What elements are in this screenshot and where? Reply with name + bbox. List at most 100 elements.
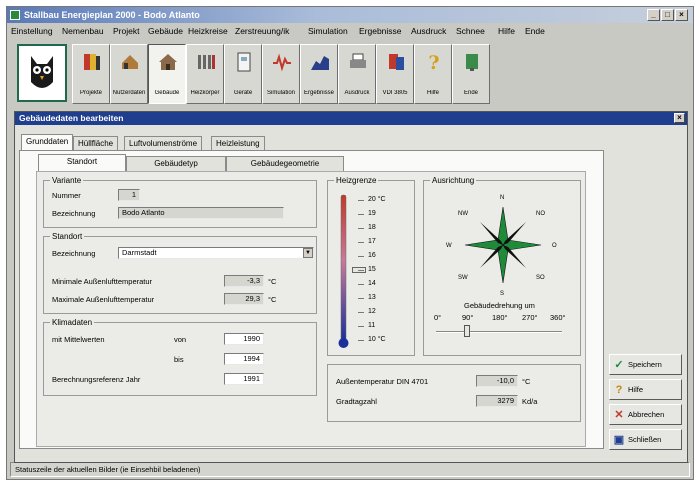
menu-zerstreuung[interactable]: Zerstreuung/ik xyxy=(235,25,289,38)
toolbar-gebaeude-button[interactable]: Gebäude xyxy=(148,44,186,104)
subtab-standort[interactable]: Standort xyxy=(38,154,126,172)
heizgrenze-tick-mark xyxy=(358,256,364,257)
group-title: Heizgrenze xyxy=(334,175,379,186)
heizgrenze-tick-label: 10 °C xyxy=(368,336,386,343)
toolbar-label: Projekte xyxy=(79,90,102,96)
toolbar-simulation-button[interactable]: Simulation xyxy=(262,44,300,104)
compass-sw-label: SW xyxy=(458,275,468,281)
subtab-gebaeudetyp[interactable]: Gebäudetyp xyxy=(126,156,226,172)
app-title-bar: Stallbau Energieplan 2000 - Bodo Atlanto… xyxy=(7,7,693,23)
toolbar-label: Ausdruck xyxy=(344,90,370,96)
menu-hilfe[interactable]: Hilfe xyxy=(498,25,515,38)
toolbar-ausdruck-button[interactable]: Ausdruck xyxy=(338,44,376,104)
close-dialog-button[interactable]: ▣ Schließen xyxy=(609,429,682,450)
chevron-down-icon[interactable]: ▼ xyxy=(303,248,313,258)
standort-panel: Variante Nummer 1 Bezeichnung Bodo Atlan… xyxy=(36,171,586,447)
degree-360-label: 360° xyxy=(550,313,566,322)
dialog-close-button[interactable]: × xyxy=(674,113,685,123)
menu-schnee[interactable]: Schnee xyxy=(456,25,485,38)
menu-ausdruck[interactable]: Ausdruck xyxy=(411,25,446,38)
max-temp-label: Maximale Außenlufttemperatur xyxy=(52,295,155,304)
nummer-label: Nummer xyxy=(52,191,81,200)
radiator-icon xyxy=(198,55,215,69)
help-button-label: Hilfe xyxy=(628,385,644,394)
menu-simulation[interactable]: Simulation xyxy=(308,25,348,38)
toolbar-hilfe-button[interactable]: ? Hilfe xyxy=(414,44,452,104)
aussentemp-field[interactable]: -10,0 xyxy=(476,375,518,387)
heizgrenze-tick-mark xyxy=(358,228,364,229)
toolbar-label: Nutzerdaten xyxy=(112,90,146,96)
toolbar-ergebnisse-button[interactable]: Ergebnisse xyxy=(300,44,338,104)
unit-label: °C xyxy=(268,295,277,304)
rotation-slider-handle[interactable] xyxy=(464,325,470,337)
question-mark-icon: ? xyxy=(615,384,623,396)
heizgrenze-tick-mark xyxy=(358,326,364,327)
menu-projekt[interactable]: Projekt xyxy=(113,25,139,38)
group-title: Standort xyxy=(50,231,85,242)
heizgrenze-tick-mark xyxy=(358,214,364,215)
max-temp-field[interactable]: 29,3 xyxy=(224,293,264,305)
heizgrenze-tick-label: 20 °C xyxy=(368,196,386,203)
von-label: von xyxy=(174,335,187,344)
save-button-label: Speichern xyxy=(628,360,662,369)
standort-select[interactable]: Darmstadt xyxy=(118,247,314,259)
maximize-button[interactable]: □ xyxy=(661,9,674,21)
toolbar-projekte-button[interactable]: Projekte xyxy=(72,44,110,104)
nummer-field[interactable]: 1 xyxy=(118,189,140,201)
project-icon xyxy=(84,54,100,70)
menu-einstellung[interactable]: Einstellung xyxy=(11,25,53,38)
compass-no-label: NO xyxy=(536,211,545,217)
degree-270-label: 270° xyxy=(522,313,538,322)
help-icon: ? xyxy=(428,52,439,73)
minimize-button[interactable]: _ xyxy=(647,9,660,21)
toolbar-heizkoerper-button[interactable]: Heizkörper xyxy=(186,44,224,104)
tab-panel: Standort Gebäudetyp Gebäudegeometrie Var… xyxy=(19,150,604,449)
vdi-icon xyxy=(389,54,404,70)
help-button[interactable]: ? Hilfe xyxy=(609,379,682,400)
design-values-group: Außentemperatur DIN 4701 -10,0 °C Gradta… xyxy=(327,364,581,422)
heizgrenze-tick-label: 17 xyxy=(368,238,376,245)
standort-group: Standort Bezeichnung Darmstadt ▼ Minimal… xyxy=(43,231,317,314)
referenzjahr-field[interactable]: 1991 xyxy=(224,373,264,385)
heizgrenze-tick-label: 16 xyxy=(368,252,376,259)
toolbar-geraete-button[interactable]: Geräte xyxy=(224,44,262,104)
close-button[interactable]: × xyxy=(675,9,688,21)
menu-heizkreise[interactable]: Heizkreise xyxy=(188,25,228,38)
toolbar-label: Ende xyxy=(463,90,478,96)
menu-gebaeude[interactable]: Gebäude xyxy=(148,25,183,38)
min-temp-field[interactable]: -3,3 xyxy=(224,275,264,287)
cancel-button-label: Abbrechen xyxy=(628,410,665,419)
toolbar-vdi-button[interactable]: VDI 3805 xyxy=(376,44,414,104)
toolbar: Projekte Nutzerdaten Gebäude Heizkörper … xyxy=(10,41,690,111)
house-icon xyxy=(159,54,177,70)
rotation-slider-track[interactable] xyxy=(436,331,562,333)
door-icon: ▣ xyxy=(613,434,625,446)
heizgrenze-tick-mark xyxy=(358,298,364,299)
toolbar-nutzerdaten-button[interactable]: Nutzerdaten xyxy=(110,44,148,104)
group-title: Klimadaten xyxy=(50,317,95,328)
cancel-button[interactable]: ✕ Abbrechen xyxy=(609,404,682,425)
bis-year-field[interactable]: 1994 xyxy=(224,353,264,365)
dialog-title: Gebäudedaten bearbeiten xyxy=(15,112,687,125)
heizgrenze-tick-label: 15 xyxy=(368,266,376,273)
ausrichtung-group: Ausrichtung N NO O SO S SW W NW Gebäuded… xyxy=(423,175,581,356)
status-bar: Statuszeile der aktuellen Bilder (ie Ein… xyxy=(10,462,690,477)
toolbar-label: Ergebnisse xyxy=(303,90,335,96)
save-button[interactable]: ✓ Speichern xyxy=(609,354,682,375)
toolbar-ende-button[interactable]: Ende xyxy=(452,44,490,104)
heizgrenze-tick-label: 11 xyxy=(368,322,376,329)
subtab-gebaeudegeometrie[interactable]: Gebäudegeometrie xyxy=(226,156,344,172)
heizgrenze-group: Heizgrenze 20 °C 19 18 17 16 15 14 13 12 11 10 °C xyxy=(327,175,415,356)
variante-name-field[interactable]: Bodo Atlanto xyxy=(118,207,284,219)
heizgrenze-tick-label: 19 xyxy=(368,210,376,217)
heizgrenze-tick-label: 13 xyxy=(368,294,376,301)
unit-label: °C xyxy=(268,277,277,286)
heizgrenze-tick-mark xyxy=(358,242,364,243)
toolbar-label: VDI 3805 xyxy=(382,90,408,96)
compass-o-label: O xyxy=(552,243,557,249)
gradtag-field[interactable]: 3279 xyxy=(476,395,518,407)
menu-ende[interactable]: Ende xyxy=(525,25,545,38)
menu-ergebnisse[interactable]: Ergebnisse xyxy=(359,25,402,38)
von-year-field[interactable]: 1990 xyxy=(224,333,264,345)
menu-nemenbau[interactable]: Nemenbau xyxy=(62,25,104,38)
